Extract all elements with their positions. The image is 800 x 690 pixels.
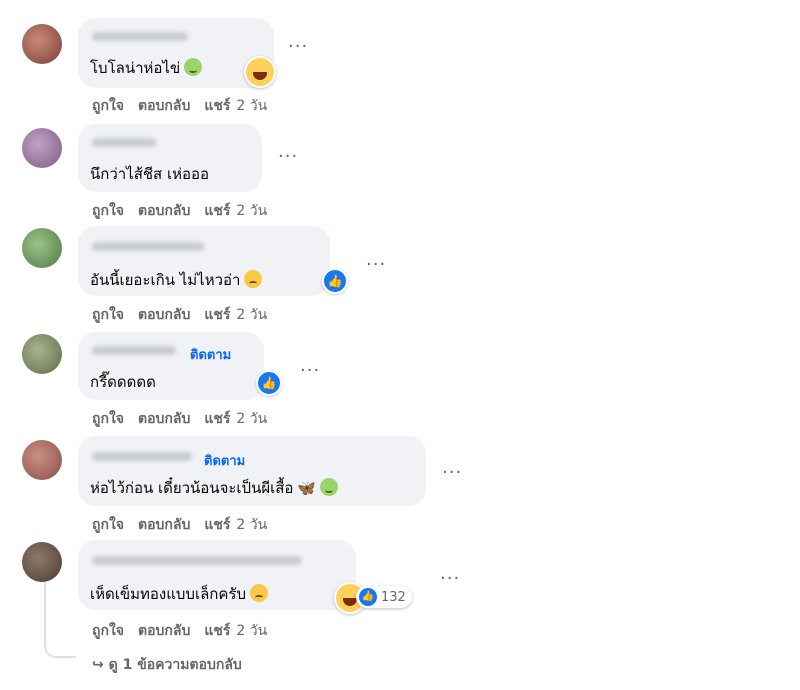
share-button[interactable]: แชร์ [204,517,230,533]
follow-link[interactable]: ติดตาม [204,450,245,471]
comment-actions: ถูกใจ ตอบกลับ แชร์ 2 วัน [92,95,281,117]
like-reaction-icon[interactable]: 👍 [256,370,282,396]
more-options-icon[interactable]: ··· [366,254,386,275]
more-options-icon[interactable]: ··· [300,360,320,381]
more-options-icon[interactable]: ··· [440,568,460,589]
more-options-icon[interactable]: ··· [442,462,462,483]
reaction-count-text: 132 [381,589,406,605]
avatar[interactable] [22,334,62,374]
timestamp[interactable]: 2 วัน [236,307,267,323]
view-replies-label: ดู 1 ข้อความตอบกลับ [108,657,242,673]
sick-face-emoji [320,478,339,496]
like-button[interactable]: ถูกใจ [92,623,124,639]
avatar[interactable] [22,542,62,582]
comment-bubble: อันนี้เยอะเกิน ไม่ไหวอ่า [78,226,330,296]
avatar[interactable] [22,440,62,480]
comment-actions: ถูกใจ ตอบกลับ แชร์ 2 วัน [92,408,281,430]
like-button[interactable]: ถูกใจ [92,98,124,114]
sad-face-emoji [244,270,263,288]
reply-button[interactable]: ตอบกลับ [138,307,190,323]
comment-actions: ถูกใจ ตอบกลับ แชร์ 2 วัน [92,620,281,642]
timestamp[interactable]: 2 วัน [236,623,267,639]
comment-actions: ถูกใจ ตอบกลับ แชร์ 2 วัน [92,514,281,536]
comment-bubble: ติดตาม กรี๊ดดดดด [78,332,264,400]
comment-bubble: เห็ดเข็มทองแบบเล็กครับ [78,540,356,610]
more-options-icon[interactable]: ··· [288,36,308,57]
like-button[interactable]: ถูกใจ [92,307,124,323]
share-button[interactable]: แชร์ [204,623,230,639]
sick-face-emoji [184,58,203,76]
author-name[interactable] [92,242,204,251]
author-name[interactable] [92,452,192,461]
comment-text: นึกว่าไส้ชีส เห่อออ [90,165,210,183]
view-replies-link[interactable]: ↪ ดู 1 ข้อความตอบกลับ [92,654,242,676]
comment-text: ห่อไว้ก่อน เดี๋ยวน้อนจะเป็นผีเสื้อ 🦋 [90,476,339,500]
comment-actions: ถูกใจ ตอบกลับ แชร์ 2 วัน [92,200,281,222]
comment-actions: ถูกใจ ตอบกลับ แชร์ 2 วัน [92,304,281,326]
reply-button[interactable]: ตอบกลับ [138,98,190,114]
share-button[interactable]: แชร์ [204,411,230,427]
author-name[interactable] [92,138,156,147]
reaction-count[interactable]: 👍 132 [356,586,412,608]
avatar[interactable] [22,24,62,64]
share-button[interactable]: แชร์ [204,307,230,323]
timestamp[interactable]: 2 วัน [236,98,267,114]
sad-face-emoji [249,584,268,602]
comment-bubble: นึกว่าไส้ชีส เห่อออ [78,124,262,192]
butterfly-emoji: 🦋 [297,479,317,497]
comment-bubble: ติดตาม ห่อไว้ก่อน เดี๋ยวน้อนจะเป็นผีเสื้… [78,436,426,506]
like-button[interactable]: ถูกใจ [92,203,124,219]
author-name[interactable] [92,32,188,41]
reply-arrow-icon: ↪ [92,657,104,673]
author-name[interactable] [92,346,176,355]
avatar[interactable] [22,228,62,268]
timestamp[interactable]: 2 วัน [236,517,267,533]
author-name[interactable] [92,556,302,565]
like-button[interactable]: ถูกใจ [92,517,124,533]
reply-button[interactable]: ตอบกลับ [138,411,190,427]
like-button[interactable]: ถูกใจ [92,411,124,427]
grin-reaction-icon[interactable] [244,56,276,88]
reply-button[interactable]: ตอบกลับ [138,623,190,639]
avatar[interactable] [22,128,62,168]
like-reaction-icon: 👍 [359,588,377,606]
comment-text: เห็ดเข็มทองแบบเล็กครับ [90,582,268,606]
comment-text: อันนี้เยอะเกิน ไม่ไหวอ่า [90,268,263,292]
like-reaction-icon[interactable]: 👍 [322,268,348,294]
more-options-icon[interactable]: ··· [278,146,298,167]
share-button[interactable]: แชร์ [204,98,230,114]
timestamp[interactable]: 2 วัน [236,411,267,427]
reply-button[interactable]: ตอบกลับ [138,203,190,219]
comment-text: กรี๊ดดดดด [90,373,156,391]
timestamp[interactable]: 2 วัน [236,203,267,219]
share-button[interactable]: แชร์ [204,203,230,219]
follow-link[interactable]: ติดตาม [190,344,231,365]
comment-text: โบโลน่าห่อไข่ [90,56,203,80]
reply-button[interactable]: ตอบกลับ [138,517,190,533]
